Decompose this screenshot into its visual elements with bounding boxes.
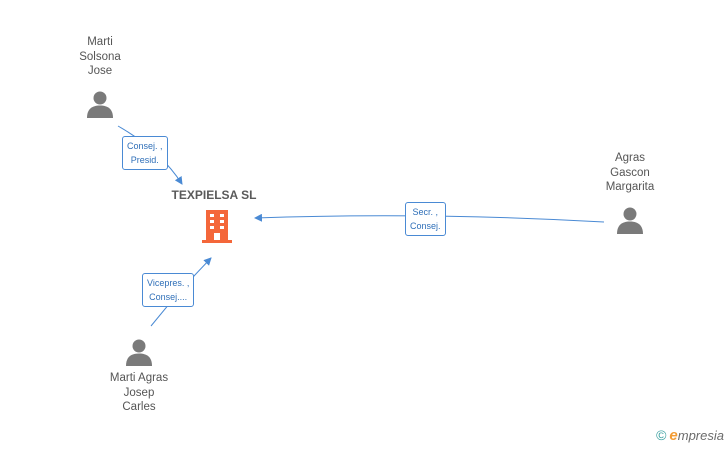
person-icon bbox=[87, 91, 113, 118]
relation-label-vicepres-consej[interactable]: Vicepres. , Consej.... bbox=[142, 273, 195, 307]
copyright-symbol: © bbox=[656, 427, 667, 443]
person-icon bbox=[126, 339, 152, 366]
company-name[interactable]: TEXPIELSA SL bbox=[150, 188, 278, 202]
person-name: Agras Gascon Margarita bbox=[605, 152, 655, 193]
empresia-logo[interactable]: © empresia bbox=[656, 427, 724, 444]
person-node-agras-gascon[interactable]: Agras Gascon Margarita bbox=[580, 151, 680, 235]
person-name: Marti Solsona Jose bbox=[79, 36, 121, 77]
relation-label-secr-consej[interactable]: Secr. , Consej. bbox=[405, 202, 446, 236]
person-node-marti-agras[interactable]: Marti Agras Josep Carles bbox=[89, 337, 189, 415]
person-node-marti-solsona[interactable]: Marti Solsona Jose bbox=[50, 35, 150, 119]
building-icon[interactable] bbox=[201, 208, 233, 244]
person-name: Marti Agras Josep Carles bbox=[109, 372, 169, 413]
relation-label-consej-presid[interactable]: Consej. , Presid. bbox=[122, 136, 168, 170]
person-icon bbox=[617, 207, 643, 234]
